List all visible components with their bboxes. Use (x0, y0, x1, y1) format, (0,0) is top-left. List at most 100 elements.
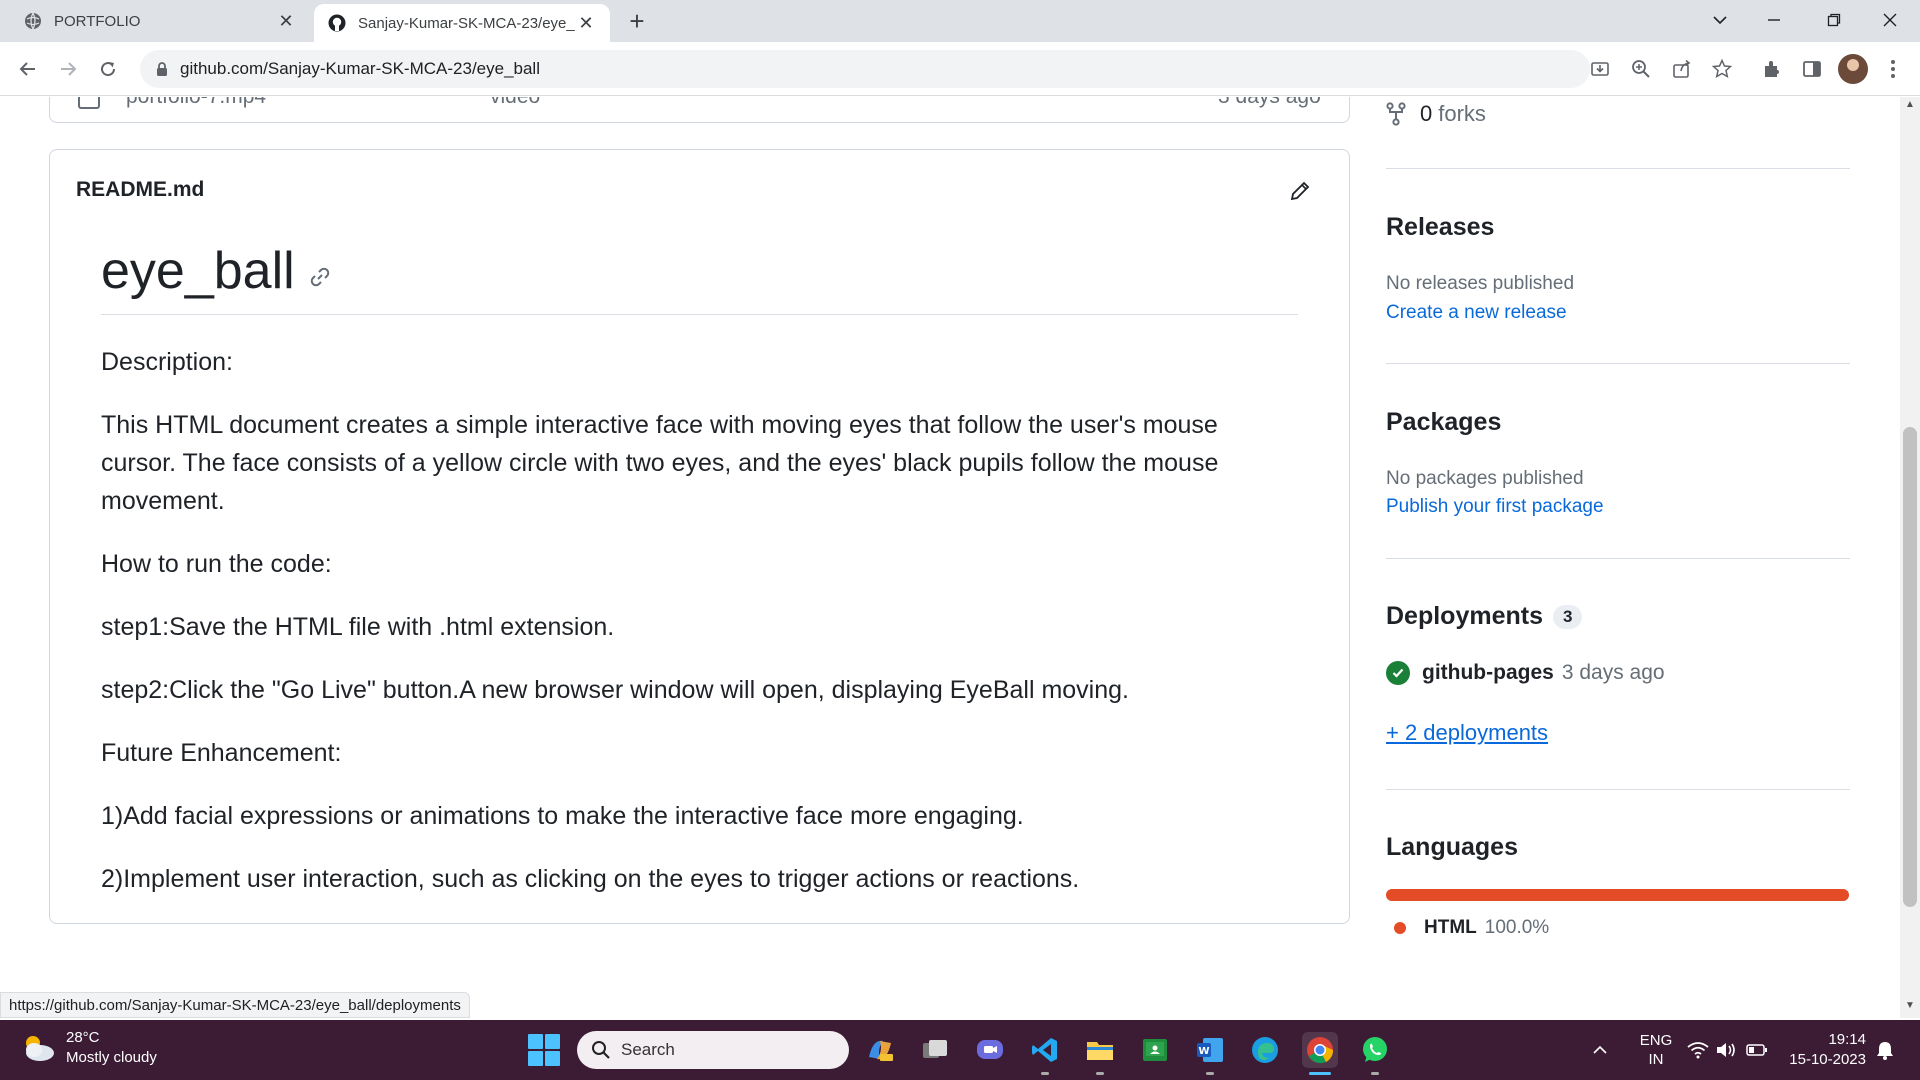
language-item[interactable]: HTML 100.0% (1394, 917, 1549, 939)
tab-search-chevron-icon[interactable] (1692, 0, 1748, 40)
publish-package-link[interactable]: Publish your first package (1386, 496, 1604, 518)
tab-eye-ball-repo[interactable]: Sanjay-Kumar-SK-MCA-23/eye_ ✕ (314, 4, 610, 42)
install-app-icon[interactable] (1587, 56, 1613, 82)
windows-start-icon[interactable] (528, 1034, 560, 1066)
vscode-icon[interactable] (1027, 1032, 1063, 1068)
tab-close-icon[interactable]: ✕ (276, 11, 296, 32)
github-icon (328, 14, 346, 32)
running-indicator (1041, 1072, 1049, 1075)
commit-message[interactable]: video (490, 97, 540, 109)
readme-content: eye_ball Description: This HTML document… (50, 230, 1349, 898)
readme-paragraph: This HTML document creates a simple inte… (101, 411, 1219, 515)
forks-label: forks (1438, 101, 1486, 126)
edge-browser-icon[interactable] (1247, 1032, 1283, 1068)
readme-paragraph: How to run the code: (101, 550, 332, 578)
search-placeholder: Search (621, 1040, 675, 1059)
wifi-icon[interactable] (1687, 1020, 1709, 1080)
tab-close-icon[interactable]: ✕ (576, 13, 596, 34)
close-window-icon[interactable] (1862, 0, 1918, 40)
tab-portfolio[interactable]: PORTFOLIO ✕ (10, 0, 310, 42)
google-classroom-icon[interactable] (1137, 1032, 1173, 1068)
language-name: HTML (1424, 917, 1477, 938)
search-icon (591, 1040, 611, 1060)
task-view-icon[interactable] (917, 1032, 953, 1068)
page-scrollbar[interactable]: ▲ ▼ (1900, 97, 1920, 1018)
divider (1386, 168, 1850, 169)
readme-paragraph: step2:Click the "Go Live" button.A new b… (101, 676, 1129, 704)
copilot-app-icon[interactable] (862, 1032, 898, 1068)
reload-icon[interactable] (92, 53, 124, 85)
readme-header: README.md (50, 150, 1349, 230)
active-indicator (1309, 1072, 1331, 1075)
profile-avatar[interactable] (1838, 54, 1868, 84)
restore-icon[interactable] (1806, 0, 1862, 40)
tab-title: PORTFOLIO (54, 12, 141, 30)
deployment-item[interactable]: github-pages 3 days ago (1386, 661, 1665, 685)
taskbar-search-box[interactable]: Search (577, 1031, 849, 1069)
share-icon[interactable] (1669, 56, 1695, 82)
packages-heading[interactable]: Packages (1386, 408, 1501, 437)
new-tab-icon[interactable]: + (622, 6, 652, 37)
chrome-browser-icon[interactable] (1302, 1032, 1338, 1068)
zoom-icon[interactable] (1628, 56, 1654, 82)
forks-count: 0 (1420, 101, 1433, 126)
side-panel-icon[interactable] (1799, 56, 1825, 82)
divider (1386, 558, 1850, 559)
divider (1386, 789, 1850, 790)
deployments-heading[interactable]: Deployments 3 (1386, 602, 1583, 631)
scroll-up-icon[interactable]: ▲ (1900, 99, 1920, 110)
running-indicator (1206, 1072, 1214, 1075)
url-text: github.com/Sanjay-Kumar-SK-MCA-23/eye_ba… (180, 59, 540, 78)
more-deployments-link[interactable]: + 2 deployments (1386, 720, 1548, 746)
extensions-icon[interactable] (1759, 56, 1785, 82)
volume-icon[interactable] (1715, 1020, 1737, 1080)
cloud-sun-icon (20, 1033, 56, 1063)
deployment-name[interactable]: github-pages (1422, 661, 1554, 685)
language-bar (1386, 889, 1849, 901)
scroll-thumb[interactable] (1903, 427, 1917, 907)
weather-temperature: 28°C (66, 1029, 100, 1046)
system-clock[interactable]: 19:14 15-10-2023 (1786, 1030, 1866, 1070)
notification-bell-icon[interactable] (1876, 1020, 1894, 1080)
teams-chat-icon[interactable] (972, 1032, 1008, 1068)
weather-description: Mostly cloudy (66, 1049, 157, 1066)
divider (1386, 363, 1850, 364)
readme-paragraph: step1:Save the HTML file with .html exte… (101, 613, 615, 641)
create-release-link[interactable]: Create a new release (1386, 302, 1567, 324)
input-language[interactable]: ENG IN (1636, 1020, 1676, 1080)
file-explorer-icon[interactable] (1082, 1032, 1118, 1068)
commit-time: 3 days ago (1218, 97, 1321, 109)
link-status-bubble: https://github.com/Sanjay-Kumar-SK-MCA-2… (0, 992, 470, 1018)
file-icon (78, 97, 100, 115)
browser-toolbar: github.com/Sanjay-Kumar-SK-MCA-23/eye_ba… (0, 42, 1920, 96)
readme-filename[interactable]: README.md (76, 178, 204, 202)
address-bar[interactable]: github.com/Sanjay-Kumar-SK-MCA-23/eye_ba… (140, 50, 1590, 88)
bookmark-star-icon[interactable] (1709, 56, 1735, 82)
lock-icon[interactable] (154, 61, 170, 77)
clock-time: 19:14 (1828, 1031, 1866, 1048)
forks-link[interactable]: 0 forks (1386, 101, 1486, 127)
readme-box: README.md eye_ball Description: This HTM… (49, 149, 1350, 924)
forward-arrow-icon[interactable] (52, 53, 84, 85)
show-hidden-icons-icon[interactable] (1592, 1020, 1608, 1080)
language-color-dot (1394, 922, 1406, 934)
pencil-edit-icon[interactable] (1287, 178, 1313, 204)
link-icon[interactable] (307, 264, 333, 290)
fork-icon (1386, 102, 1406, 126)
word-icon[interactable]: W (1192, 1032, 1228, 1068)
running-indicator (1371, 1072, 1379, 1075)
tab-title: Sanjay-Kumar-SK-MCA-23/eye_ (358, 14, 575, 32)
scroll-down-icon[interactable]: ▼ (1900, 1000, 1920, 1011)
battery-icon[interactable] (1746, 1020, 1768, 1080)
more-menu-icon[interactable] (1880, 56, 1906, 82)
back-arrow-icon[interactable] (12, 53, 44, 85)
releases-heading[interactable]: Releases (1386, 213, 1494, 242)
readme-title: eye_ball (101, 242, 295, 300)
clock-date: 15-10-2023 (1789, 1051, 1866, 1068)
minimize-icon[interactable] (1746, 0, 1802, 40)
weather-widget[interactable]: 28°C Mostly cloudy (20, 1028, 157, 1068)
whatsapp-icon[interactable] (1357, 1032, 1393, 1068)
file-name-link[interactable]: portfolio-7.mp4 (126, 97, 266, 109)
deployments-heading-text: Deployments (1386, 602, 1543, 630)
readme-paragraph: 2)Implement user interaction, such as cl… (101, 865, 1080, 893)
